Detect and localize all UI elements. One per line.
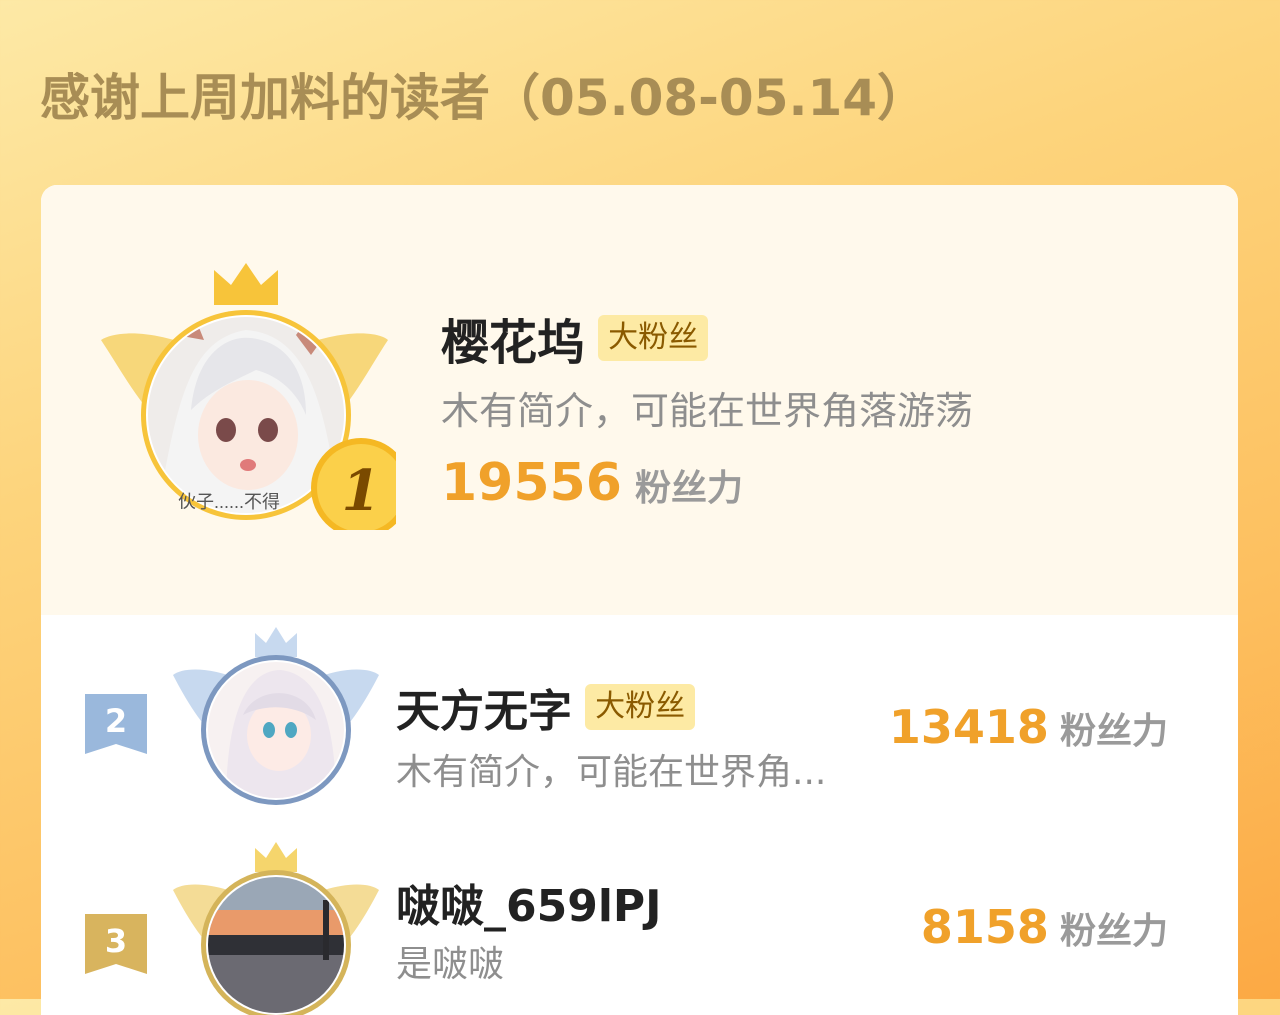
leader-name[interactable]: 樱花坞 (441, 315, 585, 371)
leader-name[interactable]: 天方无字 (396, 686, 572, 737)
leader-score: 19556 (441, 453, 622, 513)
leader-2-name-row: 天方无字 大粉丝 (396, 675, 696, 739)
leader-2-score-row: 13418 粉丝力 (889, 700, 1168, 754)
fan-badge: 大粉丝 (585, 684, 696, 730)
page-title: 感谢上周加料的读者（05.08-05.14） (40, 69, 928, 127)
gold-wings-avatar-frame: 伙子......不得 1 (101, 263, 396, 530)
leader-name[interactable]: 啵啵_659lPJ (396, 881, 662, 932)
fan-badge: 大粉丝 (598, 315, 709, 361)
score-unit: 粉丝力 (1059, 711, 1168, 752)
leader-bio: 木有简介，可能在世界角... (396, 752, 827, 793)
avatar-caption: 伙子......不得 (178, 492, 280, 512)
silver-crown-icon (255, 627, 297, 657)
leader-row-2[interactable]: 2 天方无字 大粉丝 木有简介，可能在世界角... 13418 粉丝力 (41, 625, 1238, 825)
leader-bio: 木有简介，可能在世界角落游荡 (441, 389, 974, 433)
leader-1-score-row: 19556 粉丝力 (441, 453, 743, 513)
bronze-wings-avatar-frame (173, 842, 379, 1015)
leader-score: 8158 (920, 900, 1049, 954)
score-unit: 粉丝力 (635, 468, 744, 509)
svg-text:3: 3 (105, 922, 127, 960)
leader-row-3[interactable]: 3 啵啵_659lPJ 是啵啵 8158 粉丝力 (41, 840, 1238, 1015)
leader-card-1[interactable]: 伙子......不得 1 樱花坞 大粉丝 木有简介，可能在世界角落游荡 1955… (41, 185, 1238, 615)
svg-text:1: 1 (342, 458, 381, 524)
leader-1-name-row: 樱花坞 大粉丝 (441, 303, 709, 373)
gold-crown-icon (214, 263, 278, 305)
score-unit: 粉丝力 (1059, 911, 1168, 952)
rank-3-ribbon-icon: 3 (85, 914, 147, 974)
svg-text:2: 2 (105, 702, 127, 740)
bronze-crown-icon (255, 842, 297, 872)
silver-wings-avatar-frame (173, 627, 379, 805)
leader-bio: 是啵啵 (396, 944, 505, 985)
leader-score: 13418 (888, 700, 1049, 754)
leader-3-name-row: 啵啵_659lPJ (396, 870, 662, 934)
leader-3-score-row: 8158 粉丝力 (921, 900, 1168, 954)
leaderboard: 伙子......不得 1 樱花坞 大粉丝 木有简介，可能在世界角落游荡 1955… (41, 185, 1238, 1015)
rank-2-ribbon-icon: 2 (85, 694, 147, 754)
